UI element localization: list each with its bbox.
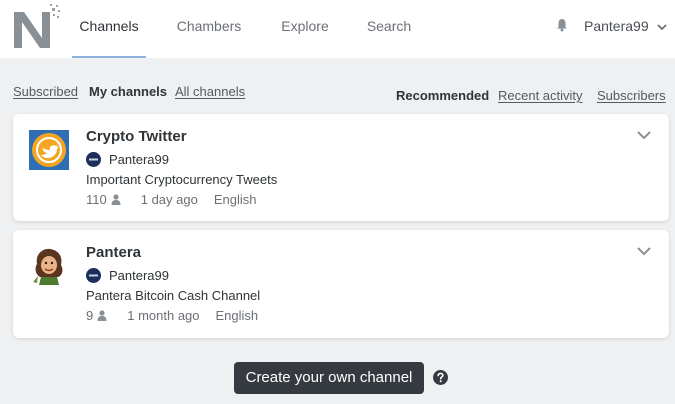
channel-owner: Pantera99 [86, 268, 169, 283]
filter-subscribed[interactable]: Subscribed [13, 84, 78, 99]
username-label: Pantera99 [584, 18, 649, 34]
subscriber-count: 9 [86, 308, 94, 323]
channel-meta: 110 1 day ago English [86, 192, 256, 207]
last-updated: 1 day ago [140, 192, 198, 207]
channel-description: Pantera Bitcoin Cash Channel [86, 288, 261, 303]
channel-description: Important Cryptocurrency Tweets [86, 172, 278, 187]
filter-all-channels[interactable]: All channels [175, 84, 245, 99]
cartoon-character-avatar [29, 246, 69, 286]
tab-explore[interactable]: Explore [274, 0, 336, 58]
top-nav-bar: Channels Chambers Explore Search Pantera… [0, 0, 675, 58]
tab-channels[interactable]: Channels [72, 0, 146, 58]
tab-chambers[interactable]: Chambers [172, 0, 246, 58]
chevron-down-icon[interactable] [637, 130, 651, 140]
channel-language: English [215, 308, 259, 323]
channel-title[interactable]: Crypto Twitter [86, 128, 187, 145]
filter-my-channels[interactable]: My channels [89, 84, 167, 99]
sort-recommended[interactable]: Recommended [396, 88, 489, 103]
help-icon[interactable] [433, 370, 448, 385]
channel-language: English [213, 192, 257, 207]
sort-subscribers[interactable]: Subscribers [597, 88, 666, 103]
chevron-down-icon[interactable] [637, 246, 651, 256]
app-logo[interactable] [12, 2, 62, 50]
owner-name: Pantera99 [109, 268, 169, 283]
channel-card[interactable]: Crypto Twitter Pantera99 Important Crypt… [13, 114, 669, 221]
user-menu[interactable]: Pantera99 [584, 0, 667, 52]
channel-title[interactable]: Pantera [86, 244, 141, 261]
channel-owner: Pantera99 [86, 152, 169, 167]
owner-name: Pantera99 [109, 152, 169, 167]
channel-meta: 9 1 month ago English [86, 308, 258, 323]
person-icon [97, 310, 107, 321]
sort-recent-activity[interactable]: Recent activity [498, 88, 583, 103]
twitter-bird-avatar [29, 130, 69, 170]
tab-search[interactable]: Search [362, 0, 416, 58]
last-updated: 1 month ago [127, 308, 200, 323]
subscriber-count: 110 [86, 192, 107, 207]
create-channel-button[interactable]: Create your own channel [234, 362, 424, 394]
person-icon [111, 194, 121, 205]
owner-avatar-icon [86, 268, 101, 283]
chevron-down-icon [656, 24, 667, 31]
bell-icon[interactable] [556, 18, 568, 32]
channel-card[interactable]: Pantera Pantera99 Pantera Bitcoin Cash C… [13, 230, 669, 338]
owner-avatar-icon [86, 152, 101, 167]
